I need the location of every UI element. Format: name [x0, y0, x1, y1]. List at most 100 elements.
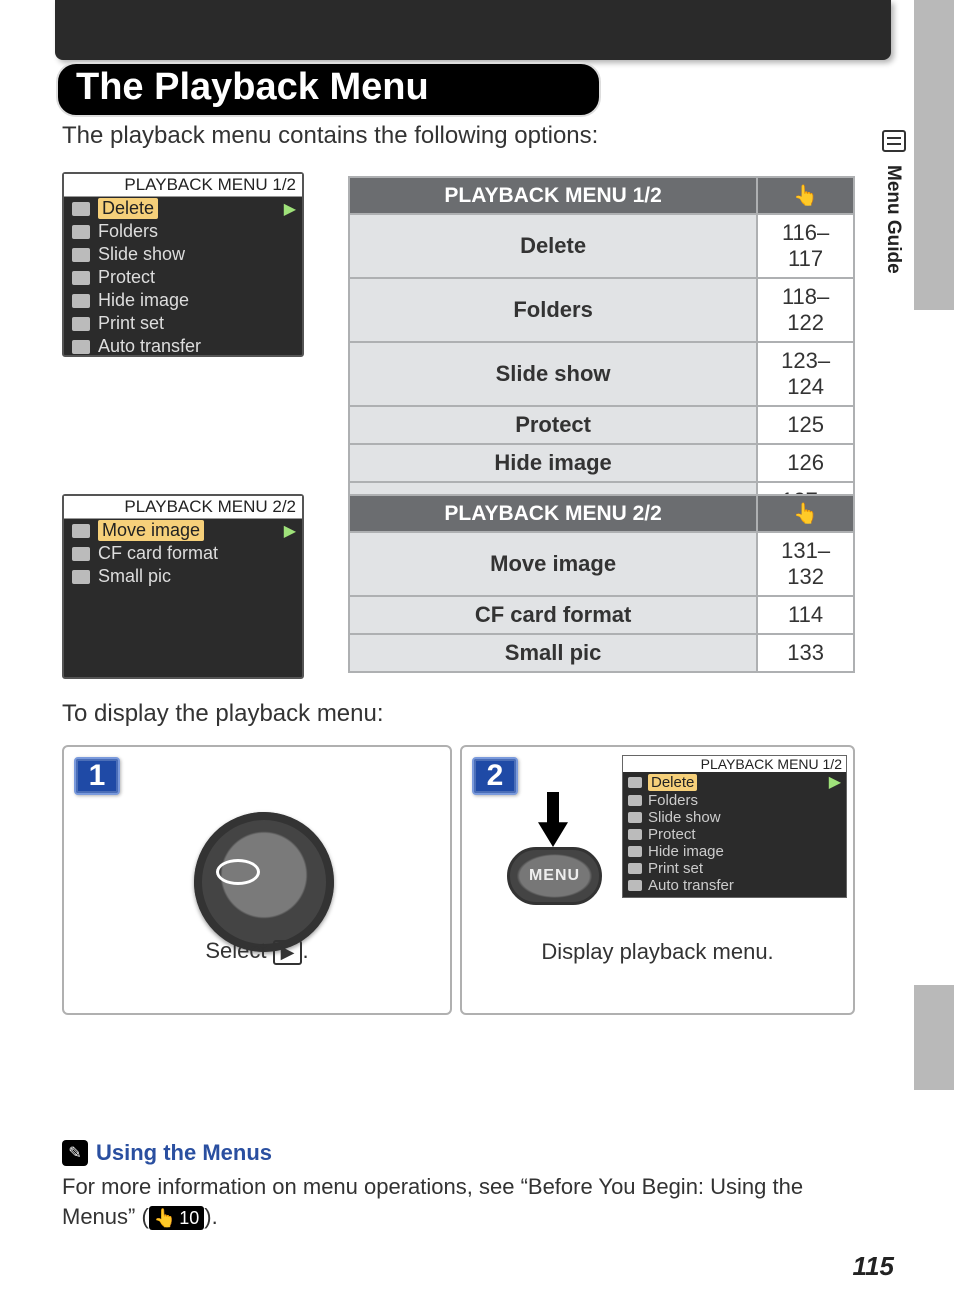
camera-screen-2-title: PLAYBACK MENU 2/2: [64, 496, 302, 519]
hide-icon: [72, 294, 90, 308]
mini-item: Delete ▶: [623, 772, 846, 792]
cam2-item-format: CF card format: [64, 542, 302, 565]
option-name: Delete: [349, 214, 757, 278]
cam1-item-label: Hide image: [98, 290, 189, 311]
mini-item: Hide image: [623, 843, 846, 860]
option-pages: 118–122: [757, 278, 854, 342]
note-title: Using the Menus: [96, 1140, 272, 1166]
cam1-item-slideshow: Slide show: [64, 243, 302, 266]
option-pages: 116–117: [757, 214, 854, 278]
intro-text: The playback menu contains the following…: [62, 122, 598, 150]
side-section-label: Menu Guide: [882, 165, 904, 274]
chevron-right-icon: ▶: [284, 199, 296, 219]
step-2-box: 2 MENU PLAYBACK MENU 1/2 Delete▶ Folders…: [460, 745, 855, 1015]
camera-screen-1-title: PLAYBACK MENU 1/2: [64, 174, 302, 197]
down-arrow-icon: [538, 792, 568, 847]
mini-item-label: Protect: [648, 826, 696, 843]
step-1-caption: Select ▶.: [64, 938, 450, 965]
page-heading: The Playback Menu: [56, 62, 601, 117]
hide-icon: [628, 846, 642, 857]
cam1-item-label: Slide show: [98, 244, 185, 265]
playback-menu-table-2: PLAYBACK MENU 2/2 👆 Move image131–132 CF…: [348, 494, 855, 673]
step-1-badge: 1: [74, 757, 120, 795]
table-row: Move image131–132: [349, 532, 854, 596]
page-ref-icon-header: 👆: [757, 495, 854, 532]
hand-icon: 👆: [793, 501, 818, 526]
mini-item-label: Hide image: [648, 843, 724, 860]
dial-highlight-ellipse: [216, 859, 260, 885]
mini-item: Protect: [623, 826, 846, 843]
mini-item-label: Auto transfer: [648, 877, 734, 894]
cam1-item-label: Delete: [98, 198, 158, 219]
folder-icon: [72, 225, 90, 239]
cam1-item-folders: Folders: [64, 220, 302, 243]
cam1-item-protect: Protect: [64, 266, 302, 289]
note-body: For more information on menu operations,…: [62, 1172, 859, 1231]
mini-item-label: Delete: [648, 774, 697, 791]
cam1-item-printset: Print set: [64, 312, 302, 335]
option-pages: 131–132: [757, 532, 854, 596]
mini-cam-title: PLAYBACK MENU 1/2: [623, 756, 846, 772]
cam2-item-label: CF card format: [98, 543, 218, 564]
print-icon: [628, 863, 642, 874]
key-icon: [628, 829, 642, 840]
mini-item: Folders: [623, 792, 846, 809]
option-name: Move image: [349, 532, 757, 596]
step1-caption-prefix: Select: [205, 938, 272, 963]
cam1-item-label: Protect: [98, 267, 155, 288]
step-2-badge: 2: [472, 757, 518, 795]
mode-dial-illustration: [194, 812, 334, 952]
print-icon: [72, 317, 90, 331]
mini-item-label: Slide show: [648, 809, 721, 826]
note-heading: ✎ Using the Menus: [62, 1140, 272, 1166]
transfer-icon: [72, 340, 90, 354]
chevron-right-icon: ▶: [829, 772, 841, 792]
right-thumb-tab-top: [914, 0, 954, 310]
option-name: Protect: [349, 406, 757, 444]
note-body-b: ).: [204, 1204, 217, 1229]
cam1-item-label: Auto transfer: [98, 336, 201, 357]
cam1-item-hide: Hide image: [64, 289, 302, 312]
camera-screen-1: PLAYBACK MENU 1/2 Delete ▶ Folders Slide …: [62, 172, 304, 357]
step-1-box: 1 Select ▶.: [62, 745, 452, 1015]
cam1-item-delete: Delete ▶: [64, 197, 302, 220]
camera-screen-2: PLAYBACK MENU 2/2 Move image▶ CF card fo…: [62, 494, 304, 679]
right-thumb-tab-bottom: [914, 985, 954, 1090]
table-row: CF card format114: [349, 596, 854, 634]
to-display-text: To display the playback menu:: [62, 700, 384, 728]
option-pages: 123–124: [757, 342, 854, 406]
top-bar: [55, 0, 891, 60]
page-ref-number: 10: [179, 1206, 199, 1230]
page-ref-badge: 👆 10: [149, 1206, 204, 1230]
mini-item: Auto transfer: [623, 877, 846, 894]
option-pages: 125: [757, 406, 854, 444]
cam2-item-label: Move image: [98, 520, 204, 541]
card-icon: [72, 547, 90, 561]
table2-header: PLAYBACK MENU 2/2: [349, 495, 757, 532]
playback-icon: ▶: [273, 940, 303, 965]
table-row: Folders118–122: [349, 278, 854, 342]
mini-item-label: Print set: [648, 860, 703, 877]
option-pages: 114: [757, 596, 854, 634]
table-row: Protect125: [349, 406, 854, 444]
cam2-item-move: Move image▶: [64, 519, 302, 542]
mini-item: Print set: [623, 860, 846, 877]
page-ref-icon-header: 👆: [757, 177, 854, 214]
key-icon: [72, 271, 90, 285]
cam1-item-label: Folders: [98, 221, 158, 242]
option-pages: 126: [757, 444, 854, 482]
option-name: Folders: [349, 278, 757, 342]
menu-section-icon: [882, 130, 906, 152]
table1-header: PLAYBACK MENU 1/2: [349, 177, 757, 214]
slideshow-icon: [628, 812, 642, 823]
slideshow-icon: [72, 248, 90, 262]
option-name: Hide image: [349, 444, 757, 482]
folder-icon: [628, 795, 642, 806]
move-icon: [72, 524, 90, 538]
hand-icon: 👆: [154, 1206, 176, 1230]
info-icon: ✎: [62, 1140, 88, 1166]
table-row: Delete116–117: [349, 214, 854, 278]
cam2-item-label: Small pic: [98, 566, 171, 587]
mini-item: Slide show: [623, 809, 846, 826]
transfer-icon: [628, 880, 642, 891]
